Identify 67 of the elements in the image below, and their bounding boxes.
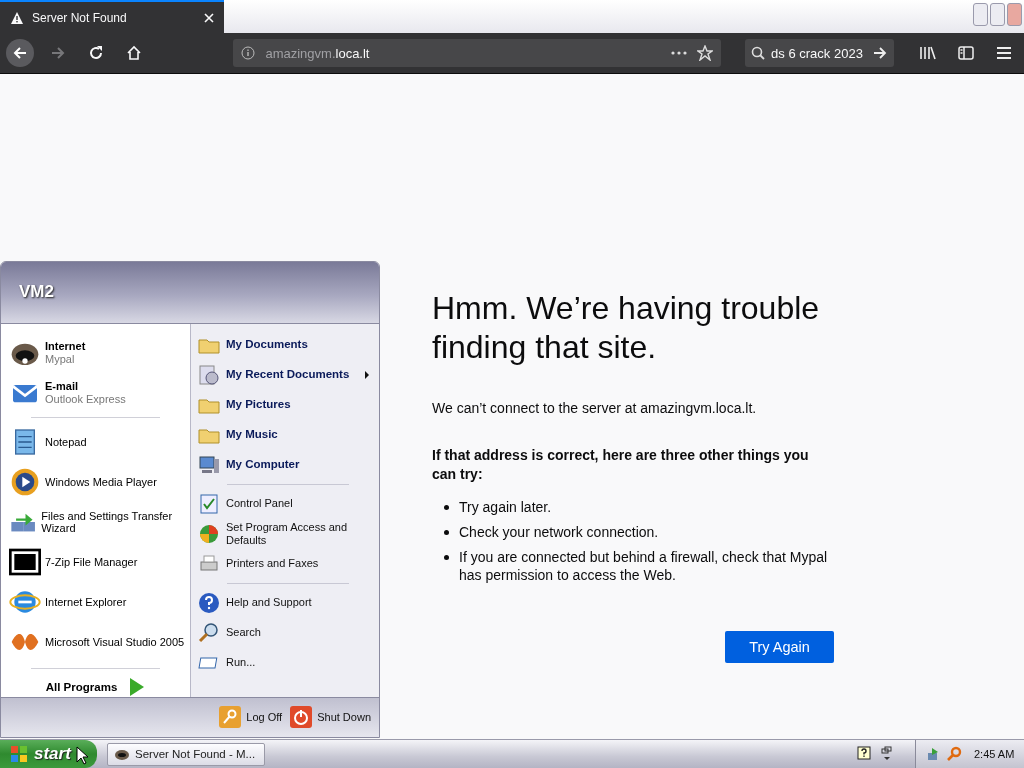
error-message: We can’t connect to the server at amazingvm.loca.lt. — [432, 400, 758, 416]
search-icon — [197, 620, 221, 645]
back-arrow-icon — [11, 45, 28, 61]
try-again-button[interactable]: Try Again — [725, 631, 834, 663]
taskbar-button[interactable]: Server Not Found - M... — [107, 742, 265, 766]
bullet-icon — [444, 505, 449, 510]
key-icon — [219, 706, 242, 729]
menu-item[interactable]: My Documents — [197, 329, 379, 360]
info-icon[interactable] — [241, 46, 256, 60]
menu-item[interactable]: Microsoft Visual Studio 2005 — [1, 621, 190, 662]
more-icon[interactable] — [671, 51, 688, 55]
tab-title: Server Not Found — [32, 10, 128, 25]
log-off-button[interactable]: Log Off — [219, 706, 283, 729]
library-icon — [919, 45, 938, 61]
tip-text: If you are connected but behind a firewall, check that Mypal has permission to access the Web. — [459, 548, 829, 584]
menu-item[interactable]: Notepad — [1, 421, 190, 462]
start-button[interactable]: start — [0, 740, 97, 768]
help-icon[interactable] — [857, 746, 871, 762]
search-icon — [751, 46, 766, 60]
menu-item[interactable]: My Computer — [197, 449, 379, 480]
star-icon[interactable] — [697, 45, 714, 61]
browser-tab[interactable]: Server Not Found — [0, 0, 224, 33]
bullet-icon — [444, 555, 449, 560]
menu-item[interactable]: Help and Support — [197, 587, 379, 618]
help-icon — [197, 590, 221, 615]
menu-item[interactable]: Control Panel — [197, 488, 379, 519]
clock: 2:45 AM — [974, 748, 1015, 760]
play-icon — [129, 676, 146, 697]
menu-item[interactable]: Printers and Faxes — [197, 548, 379, 579]
go-arrow-icon[interactable] — [872, 45, 889, 61]
error-title: Hmm. We’re having trouble finding that site. — [432, 289, 821, 367]
user-name: VM2 — [19, 282, 54, 303]
all-programs-button[interactable]: All Programs — [45, 676, 146, 697]
menu-item[interactable]: My Recent Documents — [197, 359, 379, 390]
menu-item[interactable]: Search — [197, 617, 379, 648]
restore-icon[interactable] — [881, 746, 893, 762]
power-icon — [290, 706, 313, 729]
tip-text: Check your network connection. — [459, 523, 659, 541]
menu-item[interactable]: Internet Mypal — [1, 332, 190, 373]
menu-icon — [997, 47, 1012, 59]
shut-down-button[interactable]: Shut Down — [290, 706, 371, 729]
menu-item[interactable]: My Pictures — [197, 389, 379, 420]
search-icon[interactable] — [946, 746, 962, 762]
address-bar[interactable]: amazingvm.loca.lt — [233, 39, 722, 67]
search-field[interactable]: ds 6 crack 2023 — [745, 39, 895, 67]
bullet-icon — [444, 530, 449, 535]
cursor-icon — [76, 746, 88, 766]
menu-item[interactable]: My Music — [197, 419, 379, 450]
menu-item[interactable]: Run... — [197, 647, 379, 678]
close-icon[interactable] — [204, 12, 214, 23]
error-subheading: If that address is correct, here are three other things you can try: — [432, 446, 810, 484]
menu-item[interactable]: E-mail Outlook Express — [1, 372, 190, 413]
menu-item[interactable]: Files and Settings Transfer Wizard — [1, 501, 190, 542]
menu-item[interactable]: Set Program Access and Defaults — [197, 518, 379, 549]
reload-icon — [87, 45, 104, 61]
menu-item[interactable]: 7-Zip File Manager — [1, 541, 190, 582]
checklist-icon — [197, 491, 221, 516]
menu-item[interactable]: Windows Media Player — [1, 461, 190, 502]
flag-icon — [10, 745, 28, 763]
home-icon — [125, 45, 142, 61]
menu-item[interactable]: Internet Explorer — [1, 581, 190, 622]
forward-arrow-icon — [49, 45, 66, 61]
tip-text: Try again later. — [459, 498, 552, 516]
url-text: amazingvm.loca.lt — [265, 45, 371, 61]
sidebar-icon — [958, 46, 975, 60]
warning-icon — [10, 10, 24, 25]
back-button[interactable] — [6, 39, 34, 67]
